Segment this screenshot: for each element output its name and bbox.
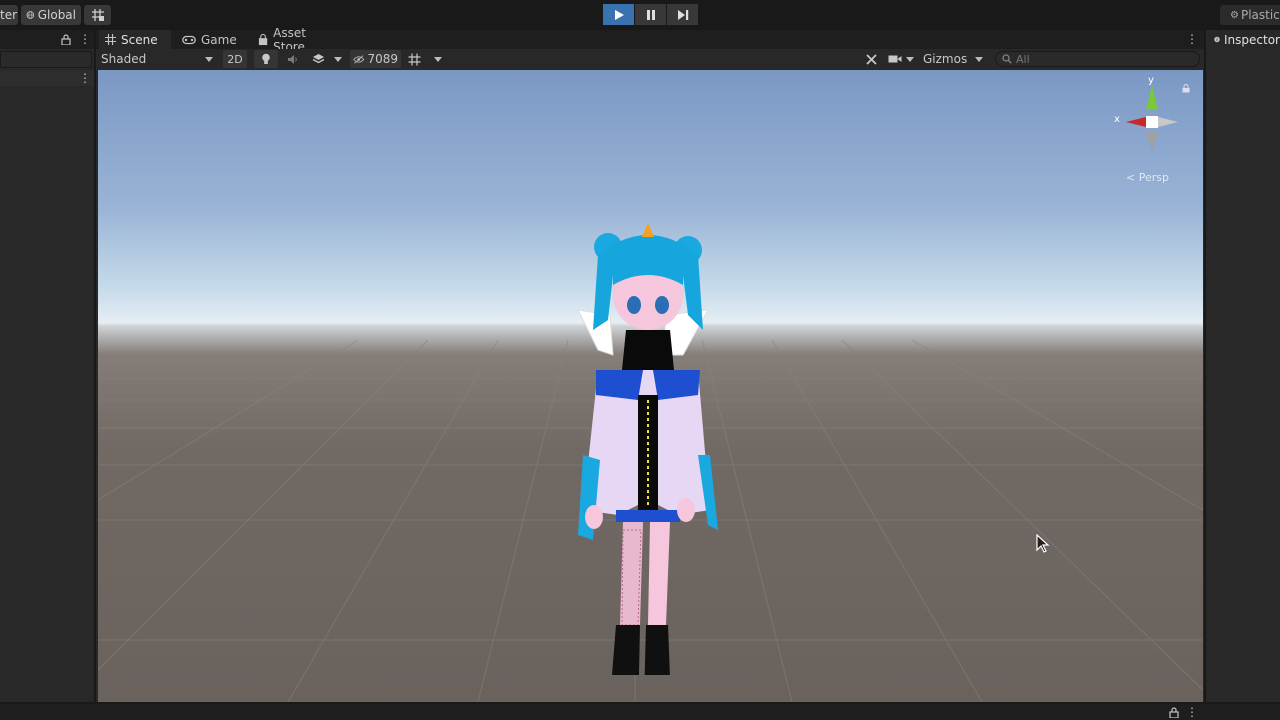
wrench-cross-icon: [865, 53, 877, 65]
globe-icon: [26, 11, 35, 19]
hidden-object-count: 7089: [367, 52, 398, 66]
chevron-down-icon: [334, 56, 342, 62]
tools-button[interactable]: [860, 50, 882, 68]
grid-icon: [105, 34, 116, 45]
info-icon: [1214, 36, 1220, 43]
tab-scene[interactable]: Scene: [99, 30, 171, 49]
bag-icon: [258, 33, 268, 45]
projection-toggle[interactable]: < Persp: [1126, 171, 1169, 184]
gizmos-label: Gizmos: [923, 52, 968, 66]
inspector-panel: Inspector: [1206, 30, 1280, 702]
shading-mode-label: Shaded: [101, 52, 147, 66]
chevron-down-icon: [205, 56, 213, 62]
tab-scene-label: Scene: [121, 32, 158, 47]
grid-toggle-icon: [408, 53, 421, 65]
tab-inspector[interactable]: Inspector: [1206, 30, 1280, 49]
grid-snap-icon: [91, 9, 104, 21]
tab-game-label: Game: [201, 32, 237, 47]
tab-asset-store[interactable]: Asset Store: [252, 26, 342, 54]
chevron-down-icon: [906, 56, 914, 62]
gizmo-x-label: x: [1114, 114, 1120, 125]
speaker-icon: [288, 54, 297, 64]
scene-tabbar: Scene Game Asset Store ⋮: [96, 26, 1204, 54]
lightbulb-icon: [262, 53, 270, 64]
avatar-model[interactable]: [538, 155, 738, 675]
lock-icon[interactable]: [1169, 707, 1179, 718]
mouse-cursor-icon: [1036, 534, 1050, 553]
scene-view-toolbar: Shaded 2D 7089 Gizmos All: [96, 49, 1204, 70]
grid-visibility-dropdown[interactable]: [404, 50, 446, 68]
plastic-scm-button[interactable]: ⚙ Plastic: [1220, 5, 1280, 25]
scene-panel-menu-icon[interactable]: ⋮: [1186, 33, 1198, 45]
tab-game[interactable]: Game: [176, 30, 246, 49]
lighting-toggle-button[interactable]: [254, 50, 278, 68]
orientation-gizmo[interactable]: y x < Persp: [1108, 75, 1203, 188]
scene-visibility-button[interactable]: 7089: [350, 50, 401, 68]
hierarchy-tabbar: ⋮: [0, 30, 94, 49]
shading-mode-dropdown[interactable]: Shaded: [98, 50, 216, 68]
2d-label: 2D: [227, 52, 243, 66]
pause-button[interactable]: [635, 4, 666, 25]
camera-icon: [888, 55, 902, 63]
step-button[interactable]: [667, 4, 698, 25]
hierarchy-panel: ⋮ ⋮: [0, 30, 94, 702]
gizmo-y-label: y: [1148, 75, 1154, 86]
plastic-icon: ⚙: [1230, 9, 1239, 21]
play-icon: [614, 9, 624, 20]
search-icon: [1002, 54, 1012, 64]
gizmos-dropdown[interactable]: Gizmos: [920, 50, 986, 68]
scene-row-menu-icon[interactable]: ⋮: [79, 72, 91, 84]
hierarchy-scene-row[interactable]: ⋮: [0, 70, 94, 86]
main-toolbar: ter Global ⚙ Plastic: [0, 0, 1280, 30]
bottom-panel-tabbar: ⋮: [0, 704, 1280, 720]
lock-icon[interactable]: [61, 34, 71, 45]
layers-icon: [312, 54, 325, 64]
gizmo-lock-icon[interactable]: [1182, 84, 1190, 93]
plastic-label: Plastic: [1240, 8, 1280, 22]
account-dropdown[interactable]: ter: [0, 5, 18, 25]
hidden-eye-icon: [353, 54, 365, 64]
chevron-down-icon: [434, 56, 442, 62]
audio-toggle-button[interactable]: [282, 50, 304, 68]
scene-viewport[interactable]: y x < Persp: [98, 70, 1203, 702]
global-label: Global: [37, 8, 76, 22]
chevron-down-icon: [975, 56, 983, 62]
grid-snap-button[interactable]: [84, 5, 111, 25]
gamepad-icon: [182, 35, 196, 44]
hierarchy-search-input[interactable]: [0, 51, 92, 68]
2d-toggle-button[interactable]: 2D: [223, 50, 247, 68]
playmode-controls: [603, 4, 698, 25]
effects-dropdown[interactable]: [309, 50, 345, 68]
account-label: ter: [0, 8, 18, 22]
camera-settings-dropdown[interactable]: [886, 50, 916, 68]
bottom-panel-menu-icon[interactable]: ⋮: [1186, 706, 1198, 718]
scene-search-placeholder: All: [1016, 52, 1030, 66]
global-toggle-button[interactable]: Global: [21, 5, 81, 25]
pause-icon: [646, 9, 655, 20]
hierarchy-menu-icon[interactable]: ⋮: [79, 33, 91, 45]
step-icon: [677, 9, 688, 20]
inspector-tab-label: Inspector: [1224, 32, 1280, 47]
play-button[interactable]: [603, 4, 634, 25]
scene-search-input[interactable]: All: [995, 51, 1200, 67]
